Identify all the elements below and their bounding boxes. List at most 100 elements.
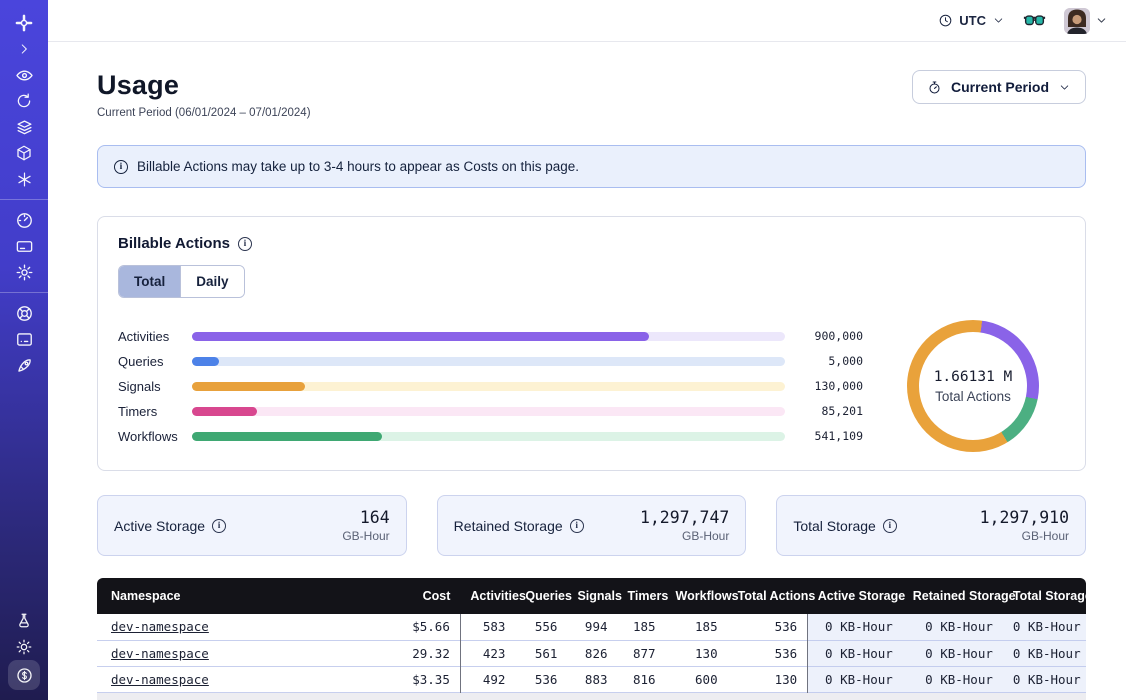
table-cell: $3.35 [382, 666, 460, 692]
column-header: Signals [567, 578, 617, 614]
sidebar [0, 0, 48, 700]
avatar[interactable] [1064, 8, 1090, 34]
table-cell: 826 [567, 640, 617, 666]
table-cell: 0 KB-Hour [1003, 640, 1086, 666]
billing-card-icon[interactable] [8, 233, 40, 259]
table-cell: 492 [460, 666, 515, 692]
table-cell: 0 KB-Hour [903, 614, 1003, 640]
table-cell: 536 [728, 640, 808, 666]
theme-sun-icon[interactable] [8, 634, 40, 660]
tab-total[interactable]: Total [119, 266, 180, 297]
asterisk-icon[interactable] [8, 166, 40, 192]
period-dropdown-button[interactable]: Current Period [912, 70, 1086, 104]
bar-row: Workflows541,109 [118, 424, 863, 449]
table-cell: 0 KB-Hour [808, 640, 903, 666]
column-header: Workflows [666, 578, 728, 614]
bar-label: Activities [118, 329, 192, 344]
namespace-cell: dev-namespace [97, 640, 382, 666]
chevron-down-icon [1095, 14, 1108, 27]
info-icon[interactable]: i [212, 519, 226, 533]
bar-value: 85,201 [785, 404, 863, 418]
total-actions-donut-chart: 1.66131 M Total Actions [907, 320, 1039, 452]
chevron-down-icon [992, 14, 1005, 27]
bar-value: 541,109 [785, 429, 863, 443]
table-cell: 877 [618, 640, 666, 666]
bar-row: Signals130,000 [118, 374, 863, 399]
storage-card: Retained Storagei1,297,747GB-Hour [437, 495, 747, 556]
table-cell: 561 [515, 640, 567, 666]
support-lifebuoy-icon[interactable] [8, 300, 40, 326]
donut-total-value: 1.66131 M [934, 369, 1013, 385]
info-banner: i Billable Actions may take up to 3-4 ho… [97, 145, 1086, 188]
bar-row: Activities 900,000 [118, 324, 863, 349]
bar-label: Queries [118, 354, 192, 369]
gauge-icon[interactable] [8, 207, 40, 233]
sidebar-divider [0, 292, 48, 293]
goggles-icon[interactable] [1023, 13, 1046, 28]
bar-track [192, 332, 785, 341]
table-cell: 0 KB-Hour [1003, 666, 1086, 692]
timezone-label: UTC [959, 13, 986, 28]
table-cell: 536 [728, 614, 808, 640]
billable-actions-bar-chart: Activities 900,000 Queries5,000Signals130,… [118, 324, 863, 449]
info-icon[interactable]: i [238, 237, 252, 251]
clock-icon [938, 13, 953, 28]
layers-icon[interactable] [8, 114, 40, 140]
release-monitor-icon[interactable] [8, 326, 40, 352]
bar-value: 900,000 [785, 329, 863, 343]
info-icon[interactable]: i [883, 519, 897, 533]
table-cell: 130 [728, 666, 808, 692]
usage-coin-icon[interactable] [8, 660, 40, 690]
temporal-logo-icon[interactable] [8, 10, 40, 36]
bar-label: Timers [118, 404, 192, 419]
column-header: Namespace [97, 578, 382, 614]
app-window: UTC [0, 0, 1126, 700]
table-cell: 600 [666, 666, 728, 692]
namespace-usage-table: NamespaceCostActivitiesQueriesSignalsTim… [97, 578, 1086, 700]
bar-fill [192, 382, 305, 391]
column-header: Total Actions [728, 578, 808, 614]
table-cell: 0 KB-Hour [1003, 614, 1086, 640]
eye-icon[interactable] [8, 62, 40, 88]
bar-track [192, 357, 785, 366]
namespace-link[interactable]: dev-namespace [111, 619, 209, 634]
namespace-cell: dev-namespace [97, 614, 382, 640]
storage-card: Total Storagei1,297,910GB-Hour [776, 495, 1086, 556]
table-cell: 583 [460, 614, 515, 640]
namespace-link[interactable]: dev-namespace [111, 672, 209, 687]
storage-card: Active Storagei164GB-Hour [97, 495, 407, 556]
namespace-cell: dev-namespace [97, 666, 382, 692]
table-cell: 185 [666, 614, 728, 640]
timezone-dropdown[interactable]: UTC [938, 13, 1005, 28]
column-header: Cost [382, 578, 460, 614]
table-cell: 556 [515, 614, 567, 640]
cube-icon[interactable] [8, 140, 40, 166]
page-subtitle: Current Period (06/01/2024 – 07/01/2024) [97, 107, 311, 119]
collapse-chevron-right-icon[interactable] [8, 36, 40, 62]
settings-gear-icon[interactable] [8, 259, 40, 285]
lab-flask-icon[interactable] [8, 608, 40, 634]
bar-track [192, 432, 785, 441]
table-horizontal-scrollbar[interactable] [97, 693, 1086, 700]
bar-track [192, 382, 785, 391]
storage-card-unit: GB-Hour [980, 529, 1069, 543]
bar-fill [192, 357, 219, 366]
storage-summary-row: Active Storagei164GB-HourRetained Storag… [97, 495, 1086, 556]
bar-fill [192, 332, 649, 341]
table-row: dev-namespace$5.665835569941851855360 KB… [97, 614, 1086, 640]
info-icon: i [114, 160, 128, 174]
billable-actions-title: Billable Actions [118, 235, 230, 252]
topbar: UTC [48, 0, 1126, 42]
rocket-icon[interactable] [8, 352, 40, 378]
storage-card-label: Total Storage [793, 518, 876, 534]
retry-clock-icon[interactable] [8, 88, 40, 114]
bar-row: Queries5,000 [118, 349, 863, 374]
donut-total-label: Total Actions [935, 389, 1011, 404]
tab-daily[interactable]: Daily [180, 266, 243, 297]
table-row: dev-namespace29.324235618268771305360 KB… [97, 640, 1086, 666]
table-cell: 0 KB-Hour [903, 640, 1003, 666]
storage-card-value: 1,297,747 [640, 508, 729, 527]
user-menu[interactable] [1064, 8, 1108, 34]
namespace-link[interactable]: dev-namespace [111, 646, 209, 661]
info-icon[interactable]: i [570, 519, 584, 533]
